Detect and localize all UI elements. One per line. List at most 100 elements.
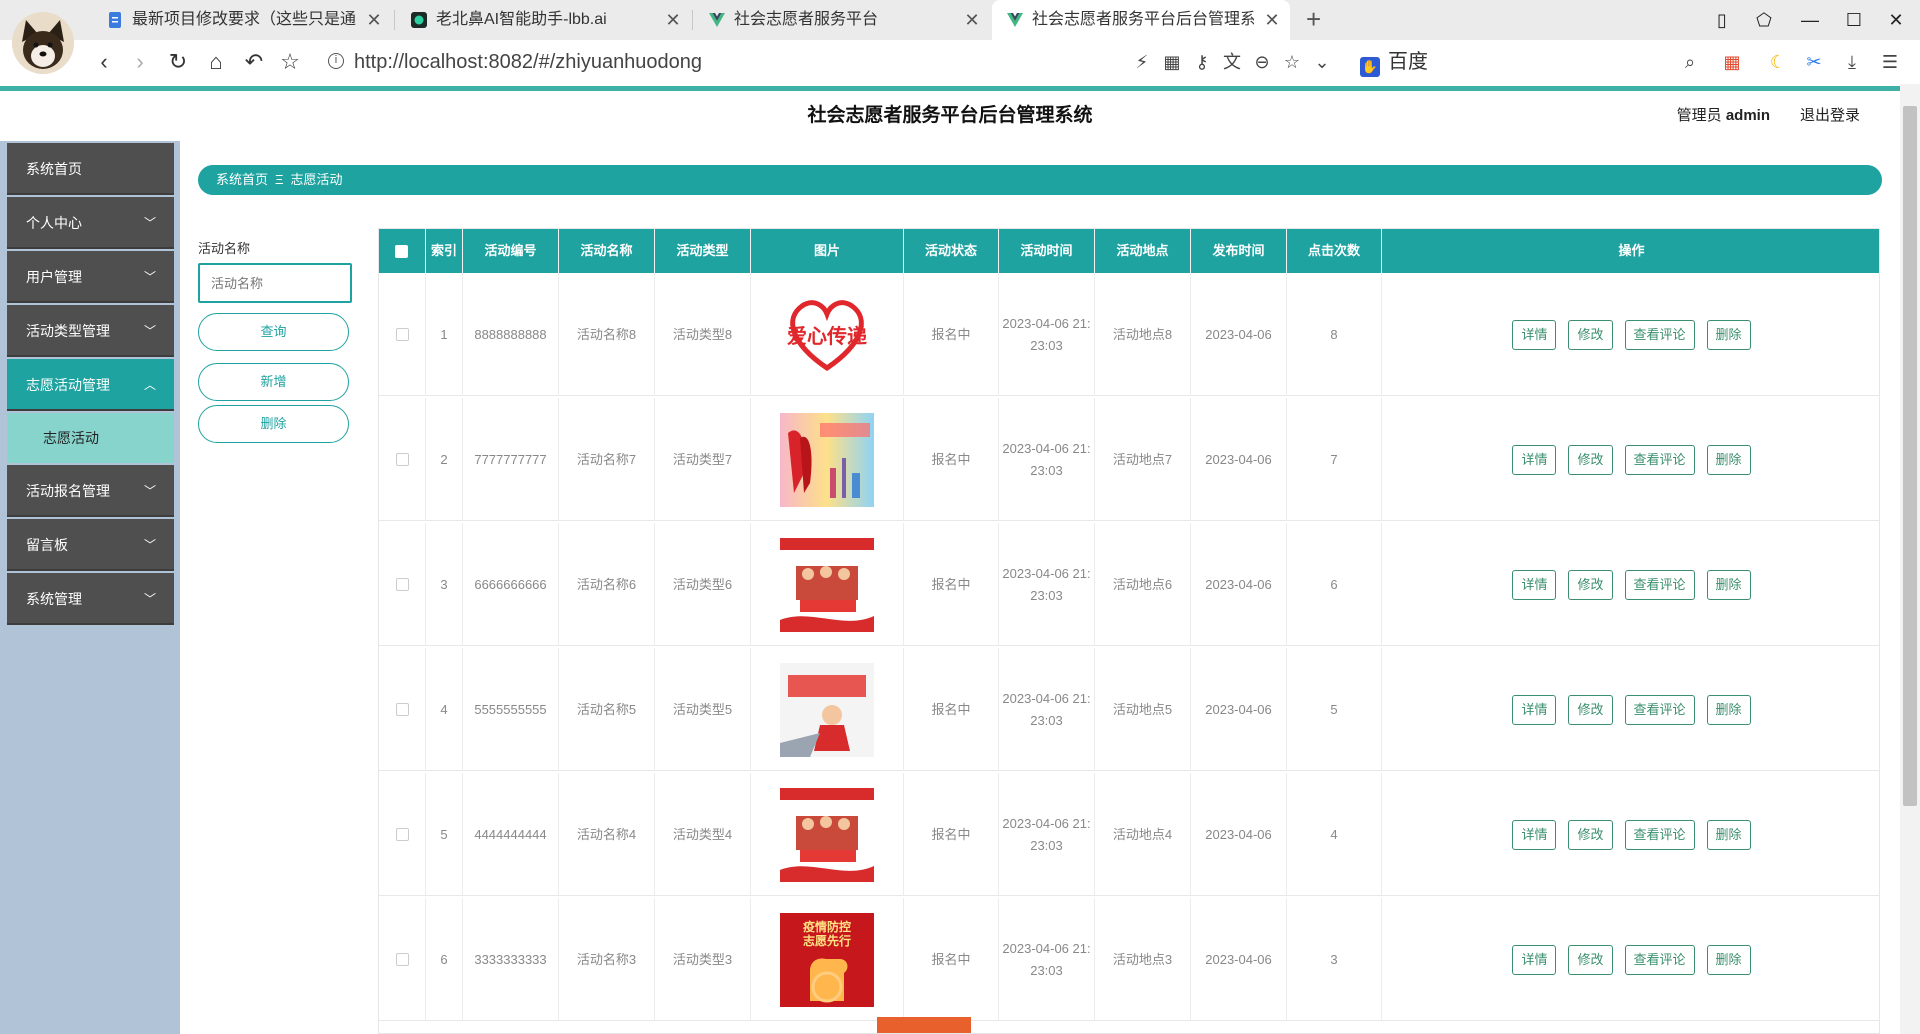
- sidebar-item-home[interactable]: 系统首页: [7, 143, 174, 195]
- add-button[interactable]: 新增: [198, 363, 349, 401]
- new-tab-icon[interactable]: +: [1306, 0, 1321, 40]
- view-comments-button[interactable]: 查看评论: [1624, 819, 1695, 850]
- detail-button[interactable]: 详情: [1512, 319, 1557, 350]
- detail-button[interactable]: 详情: [1512, 944, 1557, 975]
- chevron-down-icon: ﹀: [143, 484, 156, 498]
- publish-date-cell: 2023-04-06: [1191, 398, 1287, 521]
- detail-button[interactable]: 详情: [1512, 569, 1557, 600]
- submenu-item-volunteer-activity[interactable]: 志愿活动: [7, 413, 174, 463]
- sidebar-item-system[interactable]: 系统管理 ﹀: [7, 573, 174, 625]
- activity-image: 爱心传递: [780, 287, 874, 382]
- close-icon[interactable]: ✕: [1262, 0, 1282, 40]
- view-comments-button[interactable]: 查看评论: [1624, 444, 1695, 475]
- detail-button[interactable]: 详情: [1512, 444, 1557, 475]
- select-all-checkbox[interactable]: [395, 245, 408, 258]
- translate-icon[interactable]: 文: [1218, 40, 1246, 84]
- scissors-icon[interactable]: ✂: [1800, 40, 1828, 84]
- activity-type-cell: 活动类型6: [655, 523, 751, 646]
- row-checkbox[interactable]: [395, 828, 409, 841]
- scrollbar-thumb[interactable]: [1903, 106, 1917, 806]
- close-icon[interactable]: ✕: [663, 0, 683, 40]
- close-icon[interactable]: ✕: [962, 0, 982, 40]
- tab-project-doc[interactable]: 最新项目修改要求（这些只是通用 ✕: [92, 0, 392, 40]
- sidebar-item-activity-types[interactable]: 活动类型管理 ﹀: [7, 305, 174, 357]
- profile-avatar[interactable]: [12, 12, 74, 74]
- delete-selected-button[interactable]: 删除: [198, 405, 349, 443]
- detail-button[interactable]: 详情: [1512, 819, 1557, 850]
- chevron-down-icon[interactable]: ⌄: [1308, 40, 1336, 84]
- edit-button[interactable]: 修改: [1568, 569, 1613, 600]
- apps-grid-icon[interactable]: ▦: [1718, 40, 1746, 84]
- activity-name-input[interactable]: [198, 263, 352, 303]
- sidebar-item-profile[interactable]: 个人中心 ﹀: [7, 197, 174, 249]
- download-icon[interactable]: ⤓: [1838, 40, 1866, 84]
- flash-icon[interactable]: ⚡: [1128, 40, 1156, 84]
- tab-separator: [394, 10, 395, 30]
- key-icon[interactable]: ⚷: [1188, 40, 1216, 84]
- row-checkbox[interactable]: [395, 328, 409, 341]
- reload-icon[interactable]: ↻: [162, 40, 194, 84]
- tab-admin-system[interactable]: 社会志愿者服务平台后台管理系 ✕: [992, 0, 1290, 40]
- close-icon[interactable]: ✕: [364, 0, 384, 40]
- search-engine[interactable]: ✋ 百度: [1360, 40, 1428, 84]
- col-header: 活动地点: [1095, 229, 1191, 273]
- home-icon[interactable]: ⌂: [200, 40, 232, 84]
- url-field[interactable]: i http://localhost:8082/#/zhiyuanhuodong: [328, 40, 702, 84]
- pin-icon[interactable]: ⬠: [1748, 0, 1780, 40]
- row-checkbox[interactable]: [395, 703, 409, 716]
- qr-icon[interactable]: ▦: [1158, 40, 1186, 84]
- row-checkbox[interactable]: [395, 578, 409, 591]
- page-scrollbar[interactable]: [1900, 84, 1920, 1034]
- sidebar-item-registrations[interactable]: 活动报名管理 ﹀: [7, 465, 174, 517]
- delete-button[interactable]: 删除: [1706, 819, 1751, 850]
- view-comments-button[interactable]: 查看评论: [1624, 944, 1695, 975]
- row-checkbox[interactable]: [395, 453, 409, 466]
- view-comments-button[interactable]: 查看评论: [1624, 319, 1695, 350]
- view-comments-button[interactable]: 查看评论: [1624, 569, 1695, 600]
- row-checkbox[interactable]: [395, 953, 409, 966]
- moon-icon[interactable]: ☾: [1764, 40, 1792, 84]
- info-icon[interactable]: i: [328, 53, 344, 69]
- view-comments-button[interactable]: 查看评论: [1624, 694, 1695, 725]
- click-count-cell: 5: [1287, 648, 1382, 771]
- edit-button[interactable]: 修改: [1568, 944, 1613, 975]
- edit-button[interactable]: 修改: [1568, 319, 1613, 350]
- edit-button[interactable]: 修改: [1568, 819, 1613, 850]
- query-button[interactable]: 查询: [198, 313, 349, 351]
- sidebar-item-users[interactable]: 用户管理 ﹀: [7, 251, 174, 303]
- undo-icon[interactable]: ↶: [238, 40, 270, 84]
- delete-button[interactable]: 删除: [1706, 694, 1751, 725]
- menu-icon[interactable]: ☰: [1876, 40, 1904, 84]
- delete-button[interactable]: 删除: [1706, 444, 1751, 475]
- delete-button[interactable]: 删除: [1706, 569, 1751, 600]
- delete-button[interactable]: 删除: [1706, 319, 1751, 350]
- detail-button[interactable]: 详情: [1512, 694, 1557, 725]
- time-line-1: 2023-04-06 21:: [1002, 440, 1091, 456]
- time-line-2: 23:03: [1030, 587, 1063, 603]
- time-line-1: 2023-04-06 21:: [1002, 815, 1091, 831]
- image-cell: [751, 773, 904, 896]
- maximize-icon[interactable]: ☐: [1838, 0, 1870, 40]
- zoom-out-icon[interactable]: ⊖: [1248, 40, 1276, 84]
- edit-button[interactable]: 修改: [1568, 444, 1613, 475]
- favorite-star-icon[interactable]: ☆: [1278, 40, 1306, 84]
- back-icon[interactable]: ‹: [88, 40, 120, 84]
- tab-ai-assistant[interactable]: 老北鼻AI智能助手-lbb.ai ✕: [396, 0, 691, 40]
- tab-volunteer-site[interactable]: 社会志愿者服务平台 ✕: [694, 0, 990, 40]
- minimize-icon[interactable]: —: [1794, 0, 1826, 40]
- forward-icon[interactable]: ›: [124, 40, 156, 84]
- edit-button[interactable]: 修改: [1568, 694, 1613, 725]
- bookmark-star-icon[interactable]: ☆: [274, 40, 306, 84]
- logout-link[interactable]: 退出登录: [1800, 91, 1860, 141]
- tablet-mode-icon[interactable]: ▯: [1706, 0, 1738, 40]
- breadcrumb-home[interactable]: 系统首页: [216, 172, 268, 187]
- sidebar-item-volunteer-activities[interactable]: 志愿活动管理 ︿: [7, 359, 174, 411]
- address-bar: ‹ › ↻ ⌂ ↶ ☆ i http://localhost:8082/#/zh…: [0, 40, 1920, 84]
- window-close-icon[interactable]: ✕: [1880, 0, 1912, 40]
- sidebar-item-message-board[interactable]: 留言板 ﹀: [7, 519, 174, 571]
- search-icon[interactable]: ⌕: [1676, 40, 1704, 84]
- activity-code-cell: 3333333333: [463, 898, 559, 1021]
- delete-button[interactable]: 删除: [1706, 944, 1751, 975]
- tab-title: 老北鼻AI智能助手-lbb.ai: [436, 11, 607, 28]
- search-label: 活动名称: [198, 241, 251, 256]
